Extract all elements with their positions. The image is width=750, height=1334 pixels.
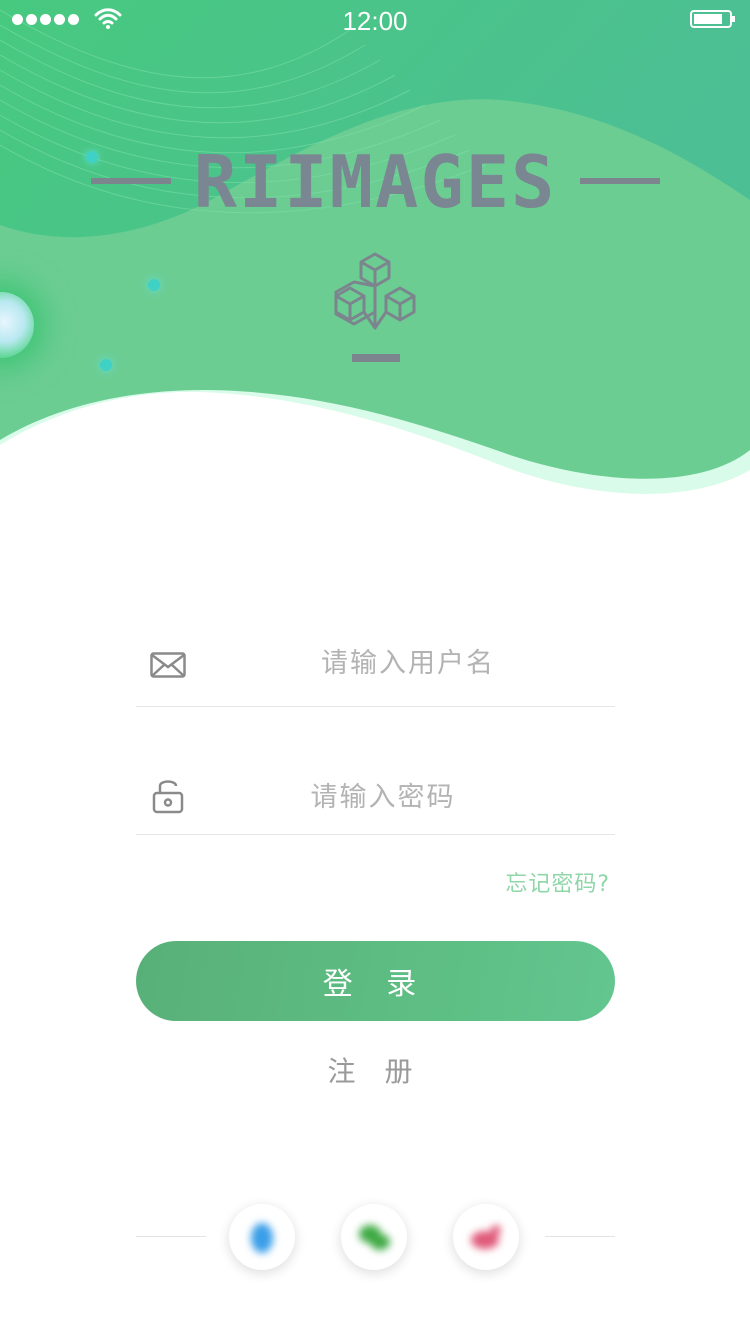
brand-line-right (580, 178, 660, 184)
green-social-icon (359, 1225, 390, 1250)
status-time: 12:00 (342, 6, 408, 36)
register-link[interactable]: 注 册 (0, 1050, 750, 1090)
password-input[interactable] (206, 774, 560, 820)
battery-icon (690, 10, 735, 28)
username-field-row (136, 622, 615, 707)
social-login-button-green[interactable] (341, 1204, 407, 1270)
lock-icon (152, 780, 184, 814)
status-bar: 12:00 (0, 0, 750, 42)
password-field-row (136, 754, 615, 835)
logo-dash (352, 354, 400, 362)
brand-header: RIIMAGES (0, 140, 750, 224)
login-button[interactable]: 登 录 (136, 941, 615, 1021)
social-login-button-red[interactable] (453, 1204, 519, 1270)
decor-dot (100, 359, 112, 371)
social-divider-right (545, 1236, 615, 1237)
mail-icon (150, 652, 186, 678)
username-input[interactable] (206, 640, 610, 686)
social-divider-left (136, 1236, 206, 1237)
decor-dot (148, 279, 160, 291)
social-login-button-blue[interactable] (229, 1204, 295, 1270)
red-social-icon (471, 1225, 501, 1249)
blue-social-icon (251, 1223, 273, 1253)
forgot-password-link[interactable]: 忘记密码? (505, 866, 610, 898)
cubes-logo-icon (334, 252, 416, 330)
